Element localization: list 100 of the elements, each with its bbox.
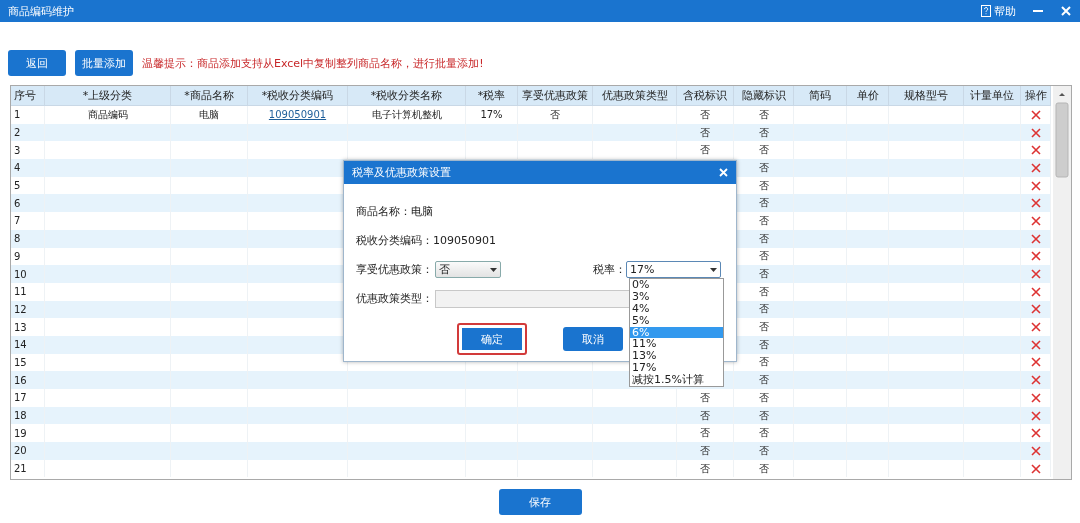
delete-icon[interactable] [1030, 215, 1041, 226]
column-header: *税收分类名称 [348, 86, 466, 105]
column-header: 简码 [794, 86, 847, 105]
table-cell: 2 [14, 127, 21, 139]
table-cell: 否 [550, 107, 560, 122]
delete-icon[interactable] [1030, 375, 1041, 386]
back-button[interactable]: 返回 [8, 50, 66, 76]
delete-icon[interactable] [1030, 392, 1041, 403]
preferential-dropdown[interactable]: 否 [435, 261, 501, 278]
table-cell: 否 [700, 390, 710, 405]
column-header: *上级分类 [45, 86, 171, 105]
table-cell: 17 [14, 392, 27, 404]
delete-icon[interactable] [1030, 428, 1041, 439]
table-cell: 7 [14, 215, 21, 227]
column-header: *税率 [466, 86, 518, 105]
table-cell: 8 [14, 233, 21, 245]
table-cell: 否 [758, 213, 769, 228]
dialog-title: 税率及优惠政策设置 [352, 165, 452, 180]
batch-add-button[interactable]: 批量添加 [75, 50, 133, 76]
preferential-label: 享受优惠政策： [356, 262, 433, 277]
table-cell: 否 [700, 143, 710, 158]
delete-icon[interactable] [1030, 304, 1041, 315]
table-cell: 否 [700, 443, 710, 458]
table-cell: 否 [758, 337, 769, 352]
delete-icon[interactable] [1030, 339, 1041, 350]
table-cell: 否 [758, 390, 769, 405]
table-cell: 19 [14, 427, 27, 439]
confirm-button[interactable]: 确定 [457, 323, 527, 355]
delete-icon[interactable] [1030, 145, 1041, 156]
delete-icon[interactable] [1030, 269, 1041, 280]
tax-code-label: 税收分类编码： [356, 233, 433, 248]
caret-icon [490, 267, 497, 272]
table-cell: 16 [14, 374, 27, 386]
table-cell: 否 [758, 461, 769, 476]
table-cell: 4 [14, 162, 21, 174]
table-cell: 否 [758, 107, 769, 122]
delete-icon[interactable] [1030, 251, 1041, 262]
table-cell: 15 [14, 356, 27, 368]
tax-code-value: 109050901 [433, 234, 496, 247]
dropdown-option[interactable]: 17% [630, 362, 723, 375]
delete-icon[interactable] [1030, 322, 1041, 333]
column-header: 操作 [1021, 86, 1051, 105]
delete-icon[interactable] [1030, 286, 1041, 297]
dropdown-option[interactable]: 13% [630, 350, 723, 363]
dropdown-option[interactable]: 3% [630, 290, 723, 303]
table-cell: 3 [14, 144, 21, 156]
tax-code-link[interactable]: 109050901 [268, 109, 327, 121]
table-cell: 13 [14, 321, 27, 333]
table-cell: 否 [758, 302, 769, 317]
column-header: 计量单位 [964, 86, 1021, 105]
close-icon[interactable] [719, 168, 728, 177]
column-header: 优惠政策类型 [593, 86, 677, 105]
column-header: 规格型号 [889, 86, 964, 105]
table-cell: 商品编码 [87, 107, 128, 122]
table-cell: 否 [700, 426, 710, 441]
table-cell: 否 [758, 284, 769, 299]
delete-icon[interactable] [1030, 162, 1041, 173]
table-cell: 11 [14, 286, 27, 298]
delete-icon[interactable] [1030, 109, 1041, 120]
caret-icon [710, 267, 717, 272]
table-cell: 17% [480, 109, 503, 121]
delete-icon[interactable] [1030, 180, 1041, 191]
help-link[interactable]: 帮助 [981, 3, 1016, 19]
table-cell: 否 [700, 125, 710, 140]
table-cell: 5 [14, 180, 21, 192]
table-cell: 否 [758, 355, 769, 370]
table-cell: 9 [14, 250, 21, 262]
table-cell: 否 [758, 196, 769, 211]
delete-icon[interactable] [1030, 463, 1041, 474]
table-cell: 10 [14, 268, 27, 280]
column-header: 含税标识 [677, 86, 734, 105]
delete-icon[interactable] [1030, 233, 1041, 244]
table-cell: 否 [758, 320, 769, 335]
dropdown-option[interactable]: 0% [630, 279, 723, 291]
product-name-value: 电脑 [411, 204, 433, 219]
column-header: *税收分类编码 [248, 86, 348, 105]
tip-text: 温馨提示：商品添加支持从Excel中复制整列商品名称，进行批量添加! [142, 55, 484, 71]
delete-icon[interactable] [1030, 410, 1041, 421]
cancel-button[interactable]: 取消 [563, 327, 623, 351]
delete-icon[interactable] [1030, 445, 1041, 456]
table-cell: 电子计算机整机 [371, 107, 442, 122]
window-title: 商品编码维护 [8, 3, 75, 19]
table-cell: 6 [14, 197, 21, 209]
column-header: 单价 [847, 86, 889, 105]
close-icon[interactable] [1060, 5, 1072, 17]
tax-rate-dropdown[interactable]: 17% [626, 261, 721, 278]
dropdown-option[interactable]: 4% [630, 302, 723, 315]
dropdown-option[interactable]: 减按1.5%计算 [630, 374, 723, 386]
save-button[interactable]: 保存 [498, 489, 582, 515]
delete-icon[interactable] [1030, 127, 1041, 138]
dropdown-option[interactable]: 5% [630, 314, 723, 327]
table-cell: 电脑 [199, 107, 219, 122]
table-cell: 否 [758, 408, 769, 423]
table-cell: 否 [758, 443, 769, 458]
table-cell: 否 [758, 125, 769, 140]
table-cell: 18 [14, 410, 27, 422]
help-icon [981, 5, 992, 17]
delete-icon[interactable] [1030, 198, 1041, 209]
dropdown-option[interactable]: 11% [630, 338, 723, 351]
delete-icon[interactable] [1030, 357, 1041, 368]
